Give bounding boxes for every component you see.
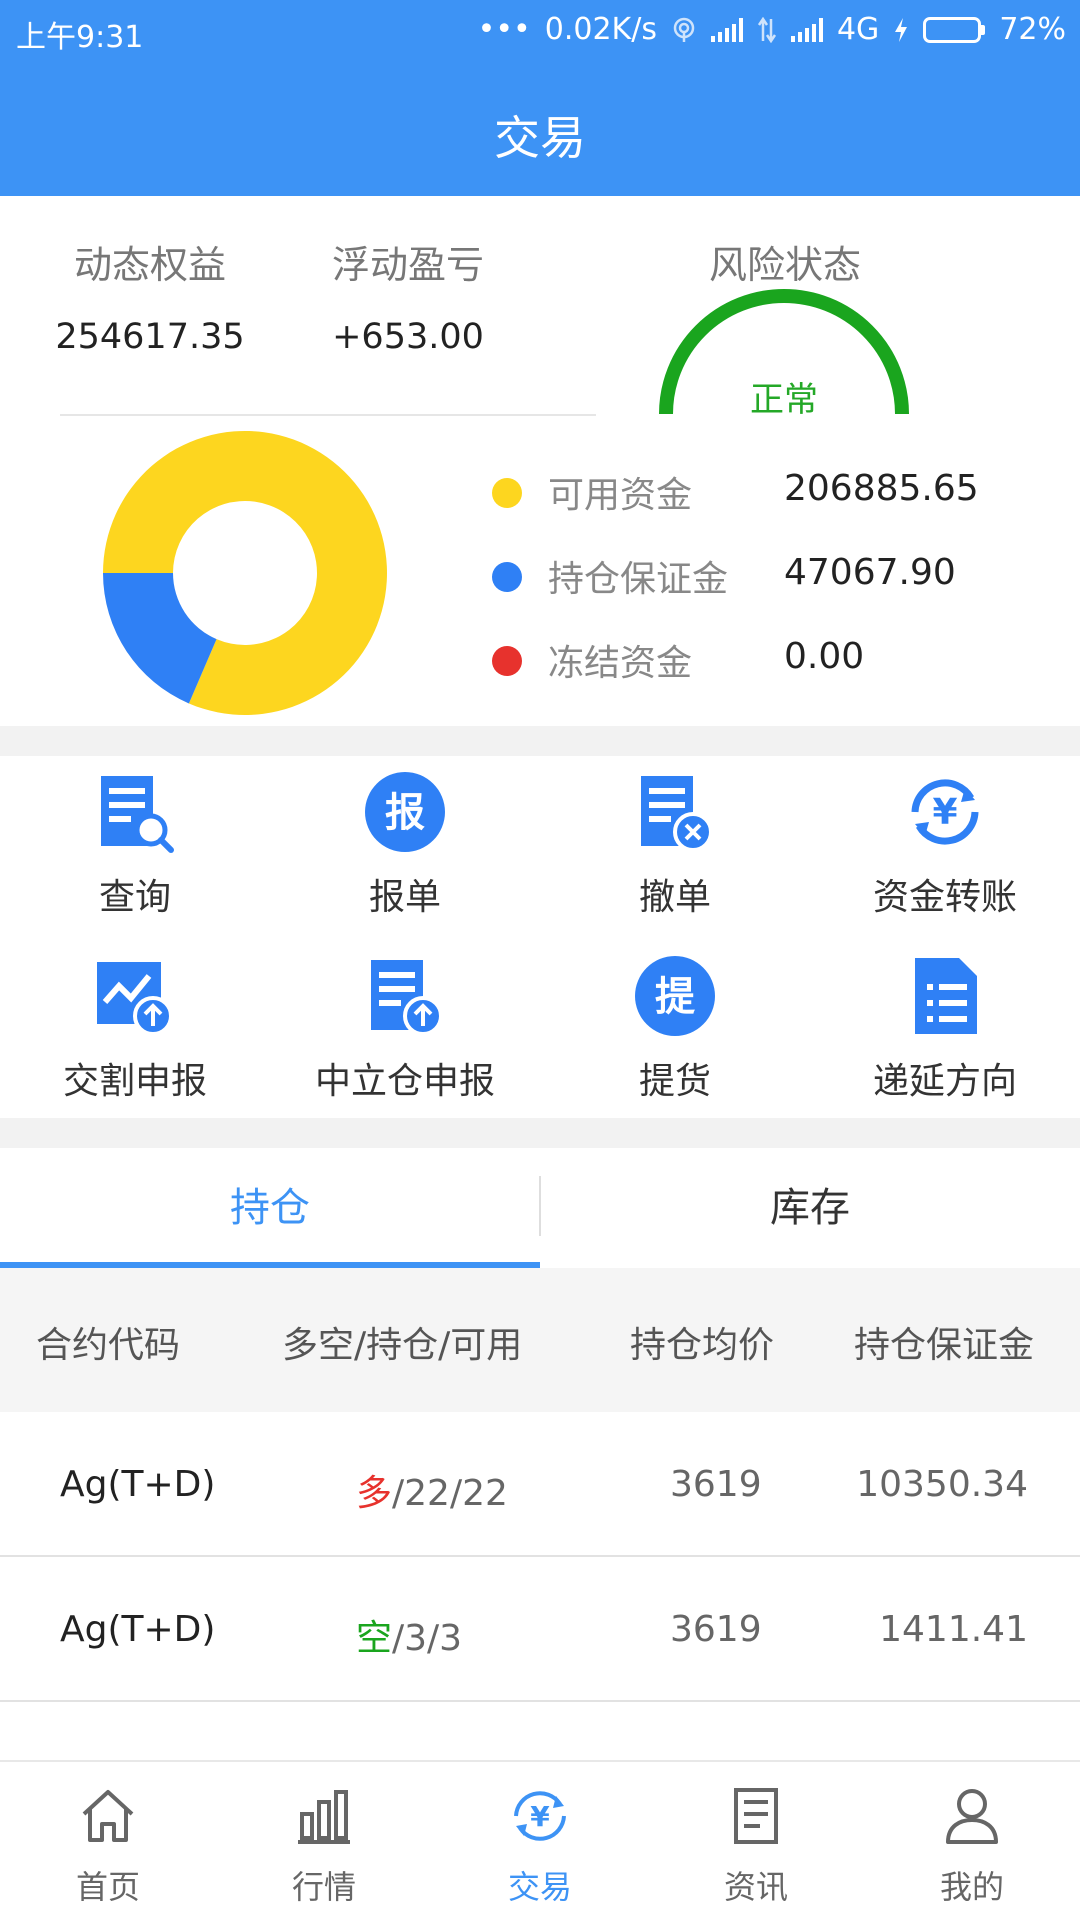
nav-item-4[interactable]: 资讯 <box>648 1762 864 1920</box>
function-6-button[interactable]: 中立仓申报 <box>270 940 540 1120</box>
floating-pl-label: 浮动盈亏 <box>331 243 484 287</box>
order-badge-icon: 报 <box>361 768 449 856</box>
function-4-button[interactable]: ¥ 资金转账 <box>810 756 1080 936</box>
col-avg-price: 持仓均价 <box>630 1325 775 1366</box>
cell-margin: 1411.41 <box>879 1609 1028 1650</box>
nav-label: 交易 <box>507 1868 572 1906</box>
function-5-button[interactable]: 交割申报 <box>0 940 270 1120</box>
status-right: ••• 0.02K/s 4G 72% <box>478 12 1066 47</box>
function-label: 报单 <box>368 877 441 918</box>
legend-item: 可用资金 206885.65 <box>486 466 1046 550</box>
query-doc-icon <box>91 768 179 856</box>
dynamic-equity: 动态权益 254617.35 <box>50 234 250 357</box>
top-bar: 上午9:31 ••• 0.02K/s 4G 72% 交易 <box>0 0 1080 196</box>
function-grid: 查询 报 报单 撤单 ¥ 资金转账 交割申报 中立仓申报 提 提货 递延方向 <box>0 756 1080 1118</box>
legend-amount: 0.00 <box>784 636 865 677</box>
yuan-exchange-icon: ¥ <box>508 1784 572 1848</box>
svg-text:提: 提 <box>655 974 695 1020</box>
tab-inventory[interactable]: 库存 <box>540 1148 1080 1268</box>
tab-positions[interactable]: 持仓 <box>0 1148 540 1268</box>
legend-dot <box>492 478 522 508</box>
legend-name: 冻结资金 <box>548 643 693 684</box>
table-row[interactable]: Ag(T+D) 空/3/3 3619 1411.41 <box>0 1557 1080 1702</box>
legend-amount: 47067.90 <box>784 552 956 593</box>
home-icon <box>76 1784 140 1848</box>
network-type: 4G <box>836 12 880 47</box>
delivery-chart-icon <box>91 952 179 1040</box>
dynamic-equity-value: 254617.35 <box>55 317 245 357</box>
legend-name: 持仓保证金 <box>548 559 729 600</box>
nav-label: 行情 <box>291 1868 356 1906</box>
funds-donut-chart <box>103 431 387 715</box>
table-row[interactable]: Ag(T+D) 多/22/22 3619 10350.34 <box>0 1412 1080 1557</box>
positions-table-header: 合约代码 多空/持仓/可用 持仓均价 持仓保证金 <box>0 1268 1080 1412</box>
section-gap-2 <box>0 1118 1080 1148</box>
col-margin: 持仓保证金 <box>854 1325 1035 1366</box>
summary-divider <box>60 414 596 416</box>
col-side-qty: 多空/持仓/可用 <box>282 1325 523 1366</box>
signal-icon-2 <box>790 17 823 42</box>
battery-icon <box>923 16 986 43</box>
legend-amount: 206885.65 <box>784 468 979 509</box>
floating-pl: 浮动盈亏 +653.00 <box>308 234 508 357</box>
charging-icon <box>895 17 908 42</box>
user-icon <box>940 1784 1004 1848</box>
function-label: 中立仓申报 <box>314 1061 495 1102</box>
account-summary: 动态权益 254617.35 浮动盈亏 +653.00 风险状态 正常 可用资金… <box>0 196 1080 726</box>
net-speed: 0.02K/s <box>544 12 657 47</box>
legend-dot <box>492 562 522 592</box>
function-1-button[interactable]: 查询 <box>0 756 270 936</box>
section-gap <box>0 726 1080 756</box>
cell-margin: 10350.34 <box>856 1464 1028 1505</box>
yuan-transfer-icon: ¥ <box>901 768 989 856</box>
bottom-navigation: 首页 行情 ¥ 交易 资讯 我的 <box>0 1760 1080 1920</box>
nav-item-3[interactable]: ¥ 交易 <box>432 1762 648 1920</box>
legend-item: 冻结资金 0.00 <box>486 634 1046 718</box>
risk-state-text: 正常 <box>750 380 818 420</box>
signal-icon <box>710 17 743 42</box>
nav-item-1[interactable]: 首页 <box>0 1762 216 1920</box>
legend-dot <box>492 646 522 676</box>
deferred-list-icon <box>901 952 989 1040</box>
nav-label: 首页 <box>75 1868 140 1906</box>
floating-pl-value: +653.00 <box>332 317 484 357</box>
function-label: 递延方向 <box>872 1061 1017 1102</box>
function-7-button[interactable]: 提 提货 <box>540 940 810 1120</box>
cancel-doc-icon <box>631 768 719 856</box>
function-label: 提货 <box>638 1061 711 1102</box>
function-label: 交割申报 <box>62 1061 207 1102</box>
dynamic-equity-label: 动态权益 <box>73 243 226 287</box>
bar-chart-icon <box>292 1784 356 1848</box>
function-8-button[interactable]: 递延方向 <box>810 940 1080 1120</box>
news-icon <box>724 1784 788 1848</box>
position-tabs: 持仓 库存 <box>0 1148 1080 1268</box>
nav-label: 我的 <box>939 1868 1004 1906</box>
page-title: 交易 <box>494 111 586 165</box>
function-3-button[interactable]: 撤单 <box>540 756 810 936</box>
neutral-doc-icon <box>361 952 449 1040</box>
hotspot-icon <box>673 17 695 42</box>
svg-text:¥: ¥ <box>932 792 957 833</box>
svg-text:报: 报 <box>385 790 425 836</box>
function-label: 撤单 <box>638 877 711 918</box>
funds-legend: 可用资金 206885.65 持仓保证金 47067.90 冻结资金 0.00 <box>486 466 1046 718</box>
function-2-button[interactable]: 报 报单 <box>270 756 540 936</box>
function-label: 查询 <box>98 877 171 918</box>
more-dots-icon: ••• <box>477 12 531 47</box>
nav-label: 资讯 <box>723 1868 788 1906</box>
col-contract-code: 合约代码 <box>36 1325 181 1366</box>
nav-item-2[interactable]: 行情 <box>216 1762 432 1920</box>
legend-name: 可用资金 <box>548 475 693 516</box>
pickup-badge-icon: 提 <box>631 952 719 1040</box>
nav-item-5[interactable]: 我的 <box>864 1762 1080 1920</box>
status-time: 上午9:31 <box>16 20 144 55</box>
function-label: 资金转账 <box>872 877 1017 918</box>
battery-percent: 72% <box>999 12 1066 47</box>
legend-item: 持仓保证金 47067.90 <box>486 550 1046 634</box>
svg-text:¥: ¥ <box>530 1800 550 1833</box>
status-bar: 上午9:31 ••• 0.02K/s 4G 72% <box>0 0 1080 62</box>
data-transfer-icon <box>757 16 777 43</box>
